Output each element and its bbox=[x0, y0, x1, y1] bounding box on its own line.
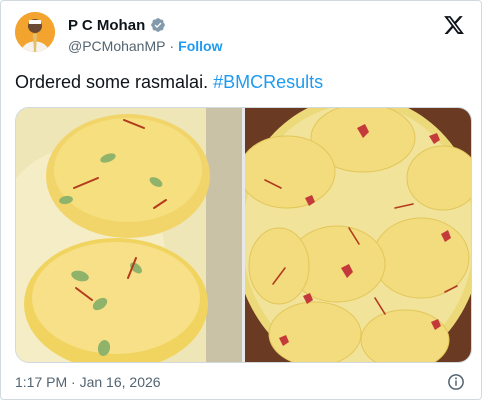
tweet-header: P C Mohan @PCMohanMP · Follow bbox=[15, 12, 469, 60]
media-gallery bbox=[15, 107, 472, 363]
rasmalai-photo-left[interactable] bbox=[16, 108, 242, 362]
author-display-name[interactable]: P C Mohan bbox=[68, 17, 145, 34]
tweet-card: P C Mohan @PCMohanMP · Follow Ordered so bbox=[0, 0, 482, 400]
hashtag-link[interactable]: #BMCResults bbox=[213, 72, 323, 92]
author-handle[interactable]: @PCMohanMP bbox=[68, 38, 165, 54]
x-logo-icon[interactable] bbox=[443, 14, 465, 36]
avatar[interactable] bbox=[15, 12, 55, 52]
footer-separator: · bbox=[71, 374, 76, 390]
info-icon[interactable] bbox=[447, 373, 465, 391]
follow-button[interactable]: Follow bbox=[178, 38, 222, 54]
tweet-footer: 1:17 PM · Jan 16, 2026 bbox=[15, 374, 467, 394]
verified-badge-icon bbox=[150, 17, 166, 33]
tweet-time[interactable]: 1:17 PM bbox=[15, 374, 67, 390]
author-names: P C Mohan @PCMohanMP · Follow bbox=[68, 15, 222, 55]
rasmalai-photo-right[interactable] bbox=[245, 108, 471, 362]
tweet-date[interactable]: Jan 16, 2026 bbox=[80, 374, 161, 390]
tweet-text: Ordered some rasmalai. #BMCResults bbox=[15, 72, 323, 93]
handle-separator: · bbox=[169, 38, 175, 54]
tweet-body: Ordered some rasmalai. bbox=[15, 72, 209, 92]
